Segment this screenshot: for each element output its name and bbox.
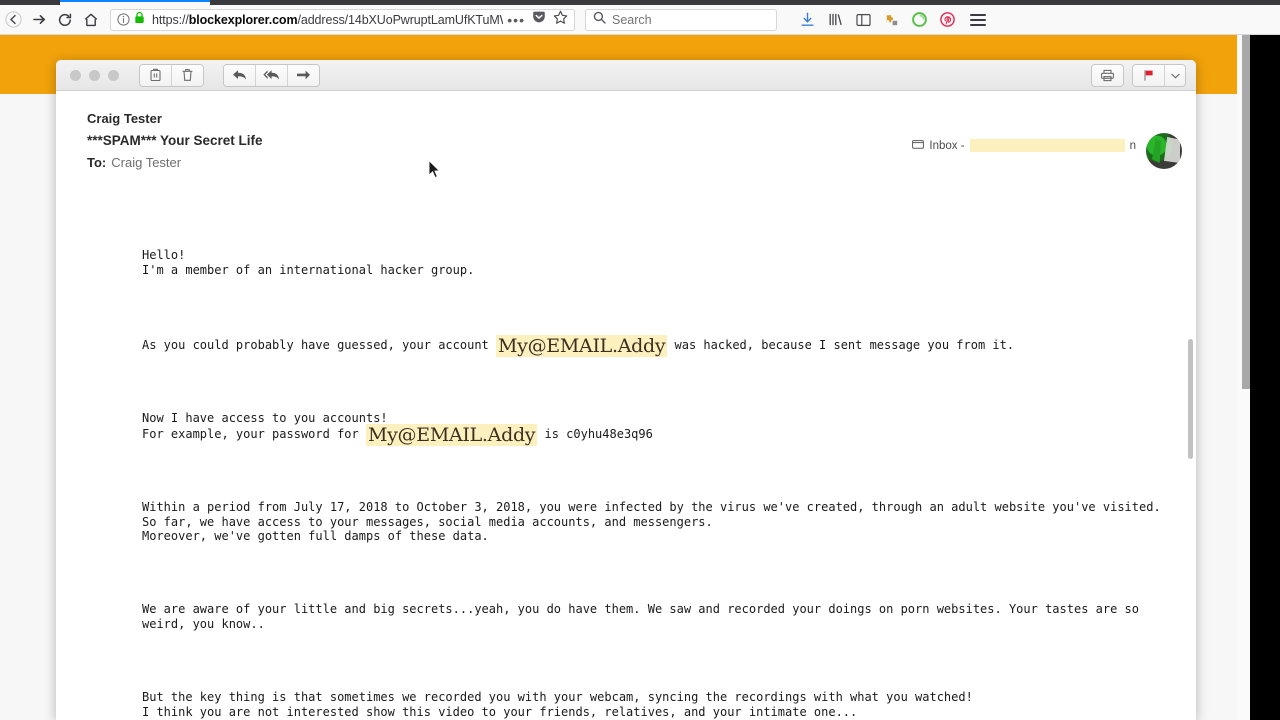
mail-body-text: Hello! I'm a member of an international … bbox=[142, 219, 1176, 720]
mail-client-window: Craig Tester ***SPAM*** Your Secret Life… bbox=[56, 60, 1196, 720]
navigation-toolbar: https://blockexplorer.com/address/14bXUo… bbox=[0, 5, 1280, 35]
flag-button[interactable] bbox=[1133, 65, 1165, 86]
folder-label: Inbox - bbox=[929, 139, 965, 152]
home-button[interactable] bbox=[78, 8, 104, 32]
line-webcam: But the key thing is that sometimes we r… bbox=[142, 690, 973, 704]
paragraph-infection-period: Within a period from July 17, 2018 to Oc… bbox=[142, 500, 1176, 544]
line-infection-window: Within a period from July 17, 2018 to Oc… bbox=[142, 500, 1161, 515]
redacted-email-1: My@EMAIL.Addy bbox=[496, 334, 668, 357]
reply-button[interactable] bbox=[224, 64, 256, 86]
archive-button[interactable] bbox=[140, 64, 172, 86]
redacted-email-2: My@EMAIL.Addy bbox=[365, 424, 538, 447]
toolbar-icons bbox=[799, 11, 956, 28]
page-scrollbar-thumb[interactable] bbox=[1242, 34, 1250, 389]
star-icon[interactable] bbox=[553, 10, 568, 30]
library-icon[interactable] bbox=[827, 11, 844, 28]
account-hacked-pre: As you could probably have guessed, your… bbox=[142, 337, 497, 352]
green-circle-addon-icon[interactable] bbox=[911, 11, 928, 28]
ellipsis-icon[interactable]: ••• bbox=[507, 13, 525, 27]
pinterest-icon[interactable] bbox=[939, 11, 956, 28]
url-actions: ••• bbox=[507, 10, 568, 30]
flag-group bbox=[1132, 64, 1186, 87]
pocket-icon[interactable] bbox=[532, 10, 546, 29]
delete-button[interactable] bbox=[172, 64, 203, 86]
back-button[interactable] bbox=[0, 8, 26, 32]
mail-scrollbar-thumb[interactable] bbox=[1188, 339, 1193, 459]
print-button[interactable] bbox=[1092, 65, 1123, 86]
mail-toolbar bbox=[56, 60, 1196, 91]
print-group bbox=[1091, 64, 1124, 87]
screen: BlockExplorer Get Started with BE bbox=[0, 0, 1280, 720]
line-secrets: We are aware of your little and big secr… bbox=[142, 602, 1147, 632]
hamburger-menu-icon[interactable] bbox=[970, 11, 986, 29]
forward-button[interactable] bbox=[288, 64, 319, 86]
paragraph-password: Now I have access to you accounts! For e… bbox=[142, 410, 1176, 447]
paragraph-greeting: Hello! I'm a member of an international … bbox=[142, 248, 1176, 277]
url-bar[interactable]: https://blockexplorer.com/address/14bXUo… bbox=[110, 8, 575, 31]
recipient-row: To: Craig Tester bbox=[87, 155, 1196, 170]
reload-button[interactable] bbox=[52, 8, 78, 32]
url-text[interactable]: https://blockexplorer.com/address/14bXUo… bbox=[152, 13, 503, 27]
mail-toolbar-right bbox=[1091, 64, 1186, 87]
search-bar[interactable]: Search bbox=[585, 8, 777, 31]
account-hacked-post: was hacked, because I sent message you f… bbox=[667, 337, 1015, 352]
paragraph-account-hacked: As you could probably have guessed, your… bbox=[142, 334, 1176, 357]
to-value[interactable]: Craig Tester bbox=[111, 155, 181, 170]
paragraph-secrets: We are aware of your little and big secr… bbox=[142, 602, 1176, 631]
mail-header: Craig Tester ***SPAM*** Your Secret Life… bbox=[56, 91, 1196, 170]
search-placeholder: Search bbox=[612, 12, 652, 27]
line-access-scope: So far, we have access to your messages,… bbox=[142, 514, 713, 529]
downloads-icon[interactable] bbox=[799, 11, 816, 28]
line-access-accounts: Now I have access to you accounts! bbox=[142, 410, 388, 425]
extension-puzzle-icon[interactable] bbox=[883, 11, 900, 28]
padlock-icon[interactable] bbox=[134, 11, 146, 29]
forward-button[interactable] bbox=[26, 8, 52, 32]
window-controls[interactable] bbox=[70, 69, 119, 81]
folder-suffix: n bbox=[1129, 139, 1136, 152]
reply-all-button[interactable] bbox=[256, 64, 288, 86]
mail-message-pane: Craig Tester ***SPAM*** Your Secret Life… bbox=[56, 91, 1196, 720]
folder-name-redaction bbox=[969, 139, 1125, 152]
sender-name: Craig Tester bbox=[87, 111, 162, 126]
mouse-pointer bbox=[428, 159, 442, 180]
to-label: To: bbox=[87, 155, 107, 170]
password-pre: For example, your password for bbox=[142, 427, 366, 442]
info-circle-icon[interactable] bbox=[117, 12, 131, 27]
mail-actions-group-2 bbox=[223, 63, 320, 87]
line-video-threat: I think you are not interested show this… bbox=[142, 704, 858, 719]
folder-indicator[interactable]: Inbox - n bbox=[912, 139, 1136, 152]
line-hello: Hello! bbox=[142, 248, 186, 263]
window-zoom-button[interactable] bbox=[108, 69, 119, 81]
window-minimize-button[interactable] bbox=[89, 69, 100, 81]
password-post: is c0yhu48e3q96 bbox=[537, 427, 653, 442]
line-hacker-group: I'm a member of an international hacker … bbox=[142, 262, 475, 277]
paragraph-webcam: But the key thing is that sometimes we r… bbox=[142, 690, 1176, 719]
search-icon bbox=[593, 11, 606, 29]
flag-dropdown[interactable] bbox=[1165, 65, 1185, 86]
avatar[interactable] bbox=[1146, 133, 1182, 169]
line-damps: Moreover, we've gotten full damps of the… bbox=[142, 529, 489, 544]
folder-icon bbox=[912, 139, 925, 152]
window-close-button[interactable] bbox=[70, 69, 81, 81]
browser-chrome: https://blockexplorer.com/address/14bXUo… bbox=[0, 0, 1280, 35]
sidebar-icon[interactable] bbox=[855, 11, 872, 28]
mail-actions-group-1 bbox=[139, 63, 204, 87]
